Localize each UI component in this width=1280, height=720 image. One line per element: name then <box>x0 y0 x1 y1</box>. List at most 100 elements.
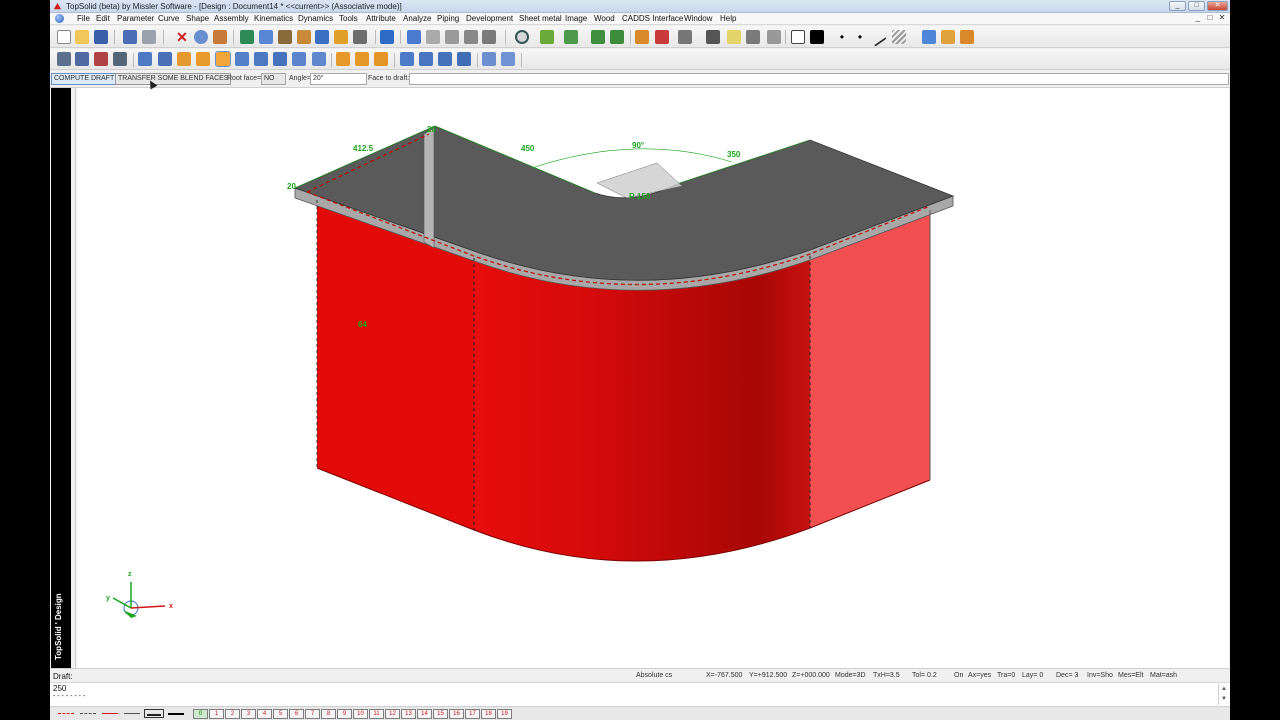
gear-icon[interactable] <box>315 30 329 44</box>
layer-17-button[interactable]: 17 <box>465 709 480 719</box>
menu-file[interactable]: File <box>77 14 90 23</box>
status-txh[interactable]: TxH=3.5 <box>873 672 900 679</box>
view-icon[interactable] <box>540 30 554 44</box>
dimension-angle-90[interactable]: 90° <box>632 141 644 150</box>
color-icon[interactable] <box>655 30 669 44</box>
layer-13-button[interactable]: 13 <box>401 709 416 719</box>
extrude-icon[interactable] <box>138 52 152 66</box>
subtract-icon[interactable] <box>374 52 388 66</box>
layer-icon[interactable] <box>259 30 273 44</box>
link-icon[interactable] <box>353 30 367 44</box>
zoom-icon[interactable] <box>515 30 529 44</box>
dimension-height-64[interactable]: 64 <box>358 320 367 329</box>
color-swatch-black[interactable] <box>810 30 824 44</box>
cone-icon[interactable] <box>457 52 471 66</box>
hatch-icon[interactable] <box>892 30 906 44</box>
layer-5-button[interactable]: 5 <box>273 709 288 719</box>
fillet-shape-icon[interactable] <box>235 52 249 66</box>
render-icon[interactable] <box>564 30 578 44</box>
light-icon[interactable] <box>334 30 348 44</box>
cylinder-icon[interactable] <box>746 30 760 44</box>
undo-icon[interactable] <box>194 30 208 44</box>
layer-19-button[interactable]: 19 <box>497 709 512 719</box>
select-icon[interactable] <box>240 30 254 44</box>
menu-analyze[interactable]: Analyze <box>403 14 431 23</box>
dimension-20-top[interactable]: 20 <box>427 125 436 134</box>
shape-icon-1[interactable] <box>57 52 71 66</box>
layer-14-button[interactable]: 14 <box>417 709 432 719</box>
status-lay[interactable]: Lay= 0 <box>1022 672 1043 679</box>
menu-tools[interactable]: Tools <box>339 14 358 23</box>
frame-icon[interactable] <box>791 30 805 44</box>
status-mode[interactable]: Mode=3D <box>835 672 866 679</box>
layer-2-button[interactable]: 2 <box>225 709 240 719</box>
open-folder-icon[interactable] <box>75 30 89 44</box>
delete-icon[interactable]: ✕ <box>175 30 189 44</box>
properties-icon[interactable] <box>123 30 137 44</box>
status-dec[interactable]: Dec= 3 <box>1056 672 1078 679</box>
layer-15-button[interactable]: 15 <box>433 709 448 719</box>
loft-icon[interactable] <box>196 52 210 66</box>
menu-edit[interactable]: Edit <box>96 14 110 23</box>
trim-icon[interactable] <box>426 30 440 44</box>
battery-icon[interactable] <box>727 30 741 44</box>
menu-parameter[interactable]: Parameter <box>117 14 154 23</box>
shade-icon[interactable] <box>591 30 605 44</box>
minimize-button[interactable]: _ <box>1169 1 1186 11</box>
menu-assembly[interactable]: Assembly <box>214 14 249 23</box>
layer-6-button[interactable]: 6 <box>289 709 304 719</box>
offset-icon[interactable] <box>445 30 459 44</box>
line-style-icon[interactable] <box>867 27 887 47</box>
boss-icon[interactable] <box>312 52 326 66</box>
layer-8-button[interactable]: 8 <box>321 709 336 719</box>
dimension-450[interactable]: 450 <box>521 144 535 153</box>
sphere-icon[interactable] <box>419 52 433 66</box>
menu-piping[interactable]: Piping <box>437 14 459 23</box>
menu-help[interactable]: Help <box>720 14 736 23</box>
layer-11-button[interactable]: 11 <box>369 709 384 719</box>
sweep-icon[interactable] <box>177 52 191 66</box>
layer-18-button[interactable]: 18 <box>481 709 496 719</box>
menu-dynamics[interactable]: Dynamics <box>298 14 333 23</box>
layer-10-button[interactable]: 10 <box>353 709 368 719</box>
edit-attribute-icon[interactable] <box>960 30 974 44</box>
shell-icon[interactable] <box>273 52 287 66</box>
root-face-select[interactable]: NO <box>261 73 286 85</box>
cylinder-shape-icon[interactable] <box>438 52 452 66</box>
revolve-icon[interactable] <box>158 52 172 66</box>
hidden-line-icon[interactable] <box>610 30 624 44</box>
dimension-412-5[interactable]: 412.5 <box>353 144 374 153</box>
line-type-thin[interactable] <box>122 709 142 718</box>
layer-7-button[interactable]: 7 <box>305 709 320 719</box>
menu-cadds-interface[interactable]: CADDS Interface <box>622 14 683 23</box>
layer-12-button[interactable]: 12 <box>385 709 400 719</box>
point-size-icon[interactable]: • <box>853 30 867 44</box>
face-to-draft-input[interactable] <box>409 73 1229 85</box>
menu-window[interactable]: Window <box>684 14 712 23</box>
cube-icon[interactable] <box>400 52 414 66</box>
dimension-350[interactable]: 350 <box>727 150 741 159</box>
fillet-icon[interactable] <box>464 30 478 44</box>
layer-4-button[interactable]: 4 <box>257 709 272 719</box>
status-inv[interactable]: Inv=Sho <box>1087 672 1113 679</box>
layer-0-button[interactable]: 0 <box>193 709 208 719</box>
curve-icon[interactable] <box>407 30 421 44</box>
pattern-icon[interactable] <box>482 52 496 66</box>
pocket-icon[interactable] <box>292 52 306 66</box>
palette-icon[interactable] <box>635 30 649 44</box>
compute-draft-button[interactable]: COMPUTE DRAFT <box>51 73 118 85</box>
new-document-icon[interactable] <box>57 30 71 44</box>
menu-development[interactable]: Development <box>466 14 513 23</box>
pointer-icon[interactable] <box>380 30 394 44</box>
menu-curve[interactable]: Curve <box>158 14 179 23</box>
union-icon[interactable] <box>355 52 369 66</box>
point-style-icon[interactable]: • <box>835 30 849 44</box>
dimension-20-left[interactable]: 20 <box>287 182 296 191</box>
mdi-restore-button[interactable]: □ <box>1205 14 1215 23</box>
menu-image[interactable]: Image <box>565 14 587 23</box>
maximize-button[interactable]: □ <box>1188 1 1205 11</box>
save-icon[interactable] <box>94 30 108 44</box>
menu-sheet-metal[interactable]: Sheet metal <box>519 14 562 23</box>
layer-3-button[interactable]: 3 <box>241 709 256 719</box>
shape-icon-2[interactable] <box>75 52 89 66</box>
